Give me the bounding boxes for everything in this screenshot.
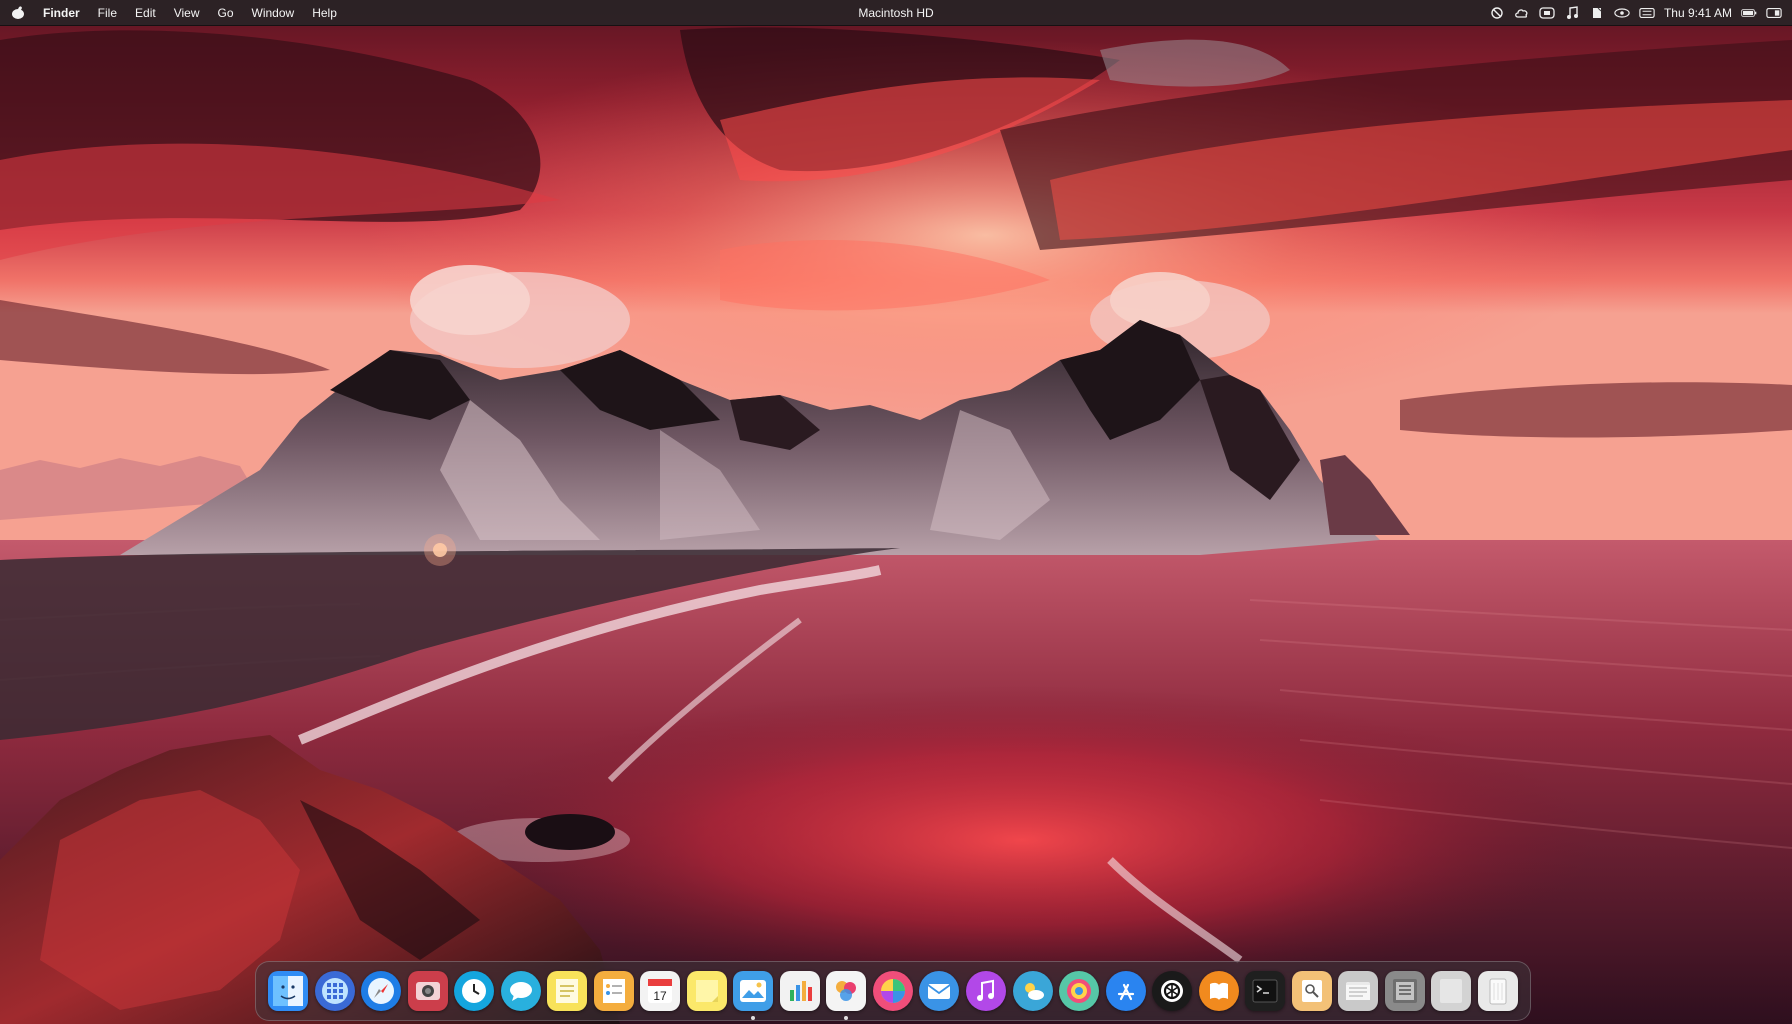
calendar-icon: 17: [640, 971, 681, 1011]
messages-icon: [500, 971, 541, 1011]
dock-item-calendar[interactable]: 17: [640, 970, 681, 1012]
dock-item-weather[interactable]: [1012, 970, 1053, 1012]
downloads-icon: [1384, 971, 1425, 1011]
dock-item-trash[interactable]: [1477, 970, 1518, 1012]
menu-help[interactable]: Help: [303, 0, 346, 25]
menu-file[interactable]: File: [89, 0, 126, 25]
notification-center-icon[interactable]: [1766, 6, 1782, 20]
battery-icon[interactable]: [1741, 6, 1757, 20]
reminders-icon: [593, 971, 634, 1011]
color-wheel-icon: [872, 971, 913, 1011]
dock-item-openai[interactable]: [1152, 970, 1193, 1012]
apple-menu-icon[interactable]: [8, 5, 28, 20]
safari-icon: [361, 971, 402, 1011]
dock-item-app-store[interactable]: [1105, 970, 1146, 1012]
weather-icon: [1012, 971, 1053, 1011]
dock-item-photo-booth[interactable]: [407, 970, 448, 1012]
notes-icon[interactable]: [1589, 6, 1605, 20]
dock-item-documents-folder[interactable]: [1338, 970, 1379, 1012]
menu-app-name[interactable]: Finder: [34, 0, 89, 25]
menu-go[interactable]: Go: [209, 0, 243, 25]
dock-item-mail[interactable]: [919, 970, 960, 1012]
pages-icon: [826, 971, 867, 1011]
dock-item-finder[interactable]: [268, 970, 308, 1012]
clock[interactable]: Thu 9:41 AM: [1664, 6, 1732, 20]
openai-icon: [1152, 971, 1193, 1011]
music-icon[interactable]: [1564, 6, 1580, 20]
document-icon: [1431, 971, 1472, 1011]
running-indicator: [844, 1016, 849, 1020]
stickies-icon: [686, 971, 727, 1011]
dock-item-terminal[interactable]: [1245, 970, 1286, 1012]
dock-item-notes[interactable]: [547, 970, 588, 1012]
photos-icon: [733, 971, 774, 1011]
dock-item-preview[interactable]: [1291, 970, 1332, 1012]
dock-item-stickies[interactable]: [686, 970, 727, 1012]
dock-item-safari[interactable]: [361, 970, 402, 1012]
screen-record-icon[interactable]: [1489, 6, 1505, 20]
dock-item-music[interactable]: [965, 970, 1006, 1012]
display-icon[interactable]: [1539, 6, 1555, 20]
control-center-icon[interactable]: [1639, 6, 1655, 20]
running-indicator: [751, 1016, 756, 1020]
svg-text:17: 17: [654, 989, 668, 1003]
dock-item-messages[interactable]: [500, 970, 541, 1012]
eye-icon[interactable]: [1614, 6, 1630, 20]
folder-icon: [1338, 971, 1379, 1011]
dock-item-color-picker[interactable]: [872, 970, 913, 1012]
cloud-icon[interactable]: [1514, 6, 1530, 20]
trash-icon: [1477, 971, 1518, 1011]
wallpaper: [0, 0, 1792, 1024]
dock-item-numbers[interactable]: [779, 970, 820, 1012]
launchpad-icon: [314, 971, 355, 1011]
preview-icon: [1291, 971, 1332, 1011]
dock-item-photos[interactable]: [733, 970, 774, 1020]
clock-icon: [454, 971, 495, 1011]
dock-item-downloads-stack[interactable]: [1384, 970, 1425, 1012]
music-icon: [965, 971, 1006, 1011]
menu-edit[interactable]: Edit: [126, 0, 165, 25]
menu-bar: Finder File Edit View Go Window Help Mac…: [0, 0, 1792, 26]
dock: 17: [255, 961, 1531, 1021]
app-store-icon: [1105, 971, 1146, 1011]
mail-icon: [919, 971, 960, 1011]
photo-booth-icon: [407, 971, 448, 1011]
dock-item-color-sync[interactable]: [1059, 970, 1100, 1012]
dock-item-pages[interactable]: [826, 970, 867, 1020]
menu-view[interactable]: View: [165, 0, 209, 25]
window-title: Macintosh HD: [858, 5, 934, 20]
color-sync-icon: [1059, 971, 1100, 1011]
terminal-icon: [1245, 971, 1286, 1011]
menu-window[interactable]: Window: [243, 0, 304, 25]
dock-item-launchpad[interactable]: [314, 970, 355, 1012]
dock-item-reminders[interactable]: [593, 970, 634, 1012]
notes-icon: [547, 971, 588, 1011]
dock-item-books[interactable]: [1198, 970, 1239, 1012]
books-icon: [1198, 971, 1239, 1011]
finder-icon: [268, 971, 308, 1011]
numbers-icon: [779, 971, 820, 1011]
dock-item-document-stack[interactable]: [1431, 970, 1472, 1012]
desktop: Finder File Edit View Go Window Help Mac…: [0, 0, 1792, 1024]
dock-item-clock[interactable]: [454, 970, 495, 1012]
menu-bar-left: Finder File Edit View Go Window Help: [0, 0, 346, 25]
menu-bar-status-area: Thu 9:41 AM: [1489, 0, 1782, 26]
